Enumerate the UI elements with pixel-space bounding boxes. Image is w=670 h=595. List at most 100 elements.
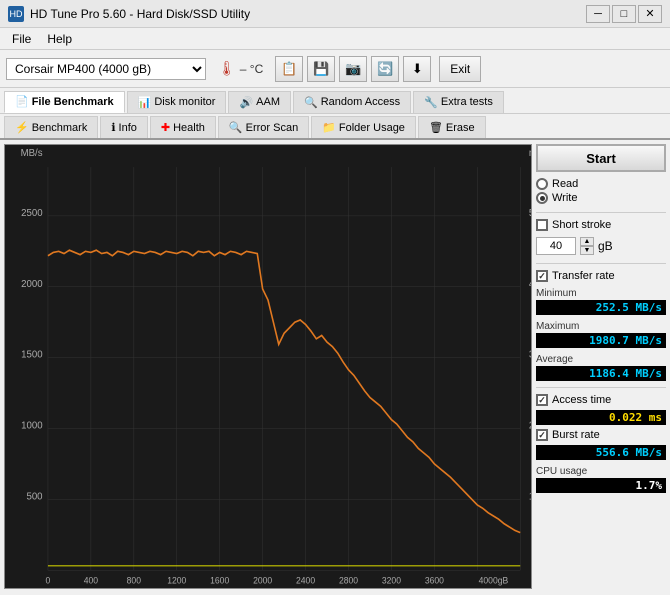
chart-svg: MB/s 2500 2000 1500 1000 500 ms 50 40 30… bbox=[5, 145, 531, 588]
burst-rate-checkbox[interactable] bbox=[536, 429, 548, 441]
transfer-rate-checkbox[interactable] bbox=[536, 270, 548, 282]
divider-3 bbox=[536, 387, 666, 388]
minimum-section: Minimum 252.5 MB/s bbox=[536, 286, 666, 315]
tab-file-benchmark[interactable]: 📄 File Benchmark bbox=[4, 91, 125, 113]
svg-text:20: 20 bbox=[529, 420, 531, 431]
transfer-rate-option[interactable]: Transfer rate bbox=[536, 270, 666, 282]
main-content: MB/s 2500 2000 1500 1000 500 ms 50 40 30… bbox=[0, 140, 670, 593]
stroke-unit: gB bbox=[598, 239, 613, 253]
tab-folder-usage-label: Folder Usage bbox=[339, 122, 405, 134]
svg-text:1200: 1200 bbox=[167, 575, 186, 585]
toolbar-btn-5[interactable]: ⬇ bbox=[403, 56, 431, 82]
close-button[interactable]: ✕ bbox=[638, 5, 662, 23]
tab-benchmark[interactable]: ⚡ Benchmark bbox=[4, 116, 98, 138]
svg-text:3200: 3200 bbox=[382, 575, 401, 585]
write-radio[interactable] bbox=[536, 192, 548, 204]
average-section: Average 1186.4 MB/s bbox=[536, 352, 666, 381]
tab-benchmark-label: Benchmark bbox=[32, 122, 88, 134]
svg-text:2000: 2000 bbox=[253, 575, 272, 585]
tab-random-access-label: Random Access bbox=[321, 96, 400, 108]
folder-icon: 📁 bbox=[322, 121, 336, 134]
tab-erase[interactable]: 🗑 Erase bbox=[418, 116, 486, 138]
divider-2 bbox=[536, 263, 666, 264]
access-time-checkbox[interactable] bbox=[536, 394, 548, 406]
average-value: 1186.4 MB/s bbox=[536, 366, 666, 381]
svg-text:3600: 3600 bbox=[425, 575, 444, 585]
title-bar: HD HD Tune Pro 5.60 - Hard Disk/SSD Util… bbox=[0, 0, 670, 28]
minimize-button[interactable]: ─ bbox=[586, 5, 610, 23]
toolbar-btn-2[interactable]: 💾 bbox=[307, 56, 335, 82]
transfer-rate-label: Transfer rate bbox=[552, 270, 615, 282]
svg-text:30: 30 bbox=[529, 350, 531, 361]
toolbar-btn-4[interactable]: 🔄 bbox=[371, 56, 399, 82]
access-time-option[interactable]: Access time bbox=[536, 394, 666, 406]
tab-random-access[interactable]: 🔍 Random Access bbox=[293, 91, 411, 113]
svg-text:2000: 2000 bbox=[21, 279, 43, 290]
short-stroke-label: Short stroke bbox=[552, 219, 611, 231]
speaker-icon: 🔊 bbox=[239, 96, 253, 109]
cpu-usage-section: CPU usage 1.7% bbox=[536, 464, 666, 493]
stroke-spinner: ▲ ▼ bbox=[580, 237, 594, 255]
read-label: Read bbox=[552, 178, 578, 190]
tab-health-label: Health bbox=[173, 122, 205, 134]
menu-file[interactable]: File bbox=[4, 30, 39, 48]
menu-help[interactable]: Help bbox=[39, 30, 80, 48]
toolbar-btn-1[interactable]: 📋 bbox=[275, 56, 303, 82]
tab-error-scan-label: Error Scan bbox=[246, 122, 299, 134]
read-write-group: Read Write bbox=[536, 176, 666, 206]
short-stroke-option[interactable]: Short stroke bbox=[536, 219, 666, 231]
minimum-label: Minimum bbox=[536, 288, 666, 299]
window-title: HD Tune Pro 5.60 - Hard Disk/SSD Utility bbox=[30, 7, 250, 21]
toolbar: Corsair MP400 (4000 gB) 🌡 – °C 📋 💾 📷 🔄 ⬇… bbox=[0, 50, 670, 88]
scan-icon: 🔍 bbox=[229, 121, 243, 134]
thermometer-icon: 🌡 bbox=[218, 60, 236, 77]
tab-extra-tests-label: Extra tests bbox=[441, 96, 493, 108]
svg-text:40: 40 bbox=[529, 279, 531, 290]
cpu-usage-value: 1.7% bbox=[536, 478, 666, 493]
tab-health[interactable]: ✚ Health bbox=[150, 116, 216, 138]
toolbar-btn-3[interactable]: 📷 bbox=[339, 56, 367, 82]
stroke-down-button[interactable]: ▼ bbox=[580, 246, 594, 255]
tab-info[interactable]: ℹ Info bbox=[100, 116, 148, 138]
svg-text:2800: 2800 bbox=[339, 575, 358, 585]
tab-aam-label: AAM bbox=[256, 96, 280, 108]
exit-button[interactable]: Exit bbox=[439, 56, 481, 82]
burst-rate-label: Burst rate bbox=[552, 429, 600, 441]
right-panel: Start Read Write Short stroke ▲ ▼ gB bbox=[536, 144, 666, 589]
burst-rate-option[interactable]: Burst rate bbox=[536, 429, 666, 441]
info-icon: ℹ bbox=[111, 121, 115, 134]
benchmark-icon: ⚡ bbox=[15, 121, 29, 134]
chart-area: MB/s 2500 2000 1500 1000 500 ms 50 40 30… bbox=[4, 144, 532, 589]
tab-folder-usage[interactable]: 📁 Folder Usage bbox=[311, 116, 416, 138]
access-time-label: Access time bbox=[552, 394, 611, 406]
svg-text:1500: 1500 bbox=[21, 350, 43, 361]
svg-text:0: 0 bbox=[46, 575, 51, 585]
average-label: Average bbox=[536, 354, 666, 365]
disk-selector[interactable]: Corsair MP400 (4000 gB) bbox=[6, 58, 206, 80]
read-radio[interactable] bbox=[536, 178, 548, 190]
read-option[interactable]: Read bbox=[536, 178, 666, 190]
svg-text:2400: 2400 bbox=[296, 575, 315, 585]
tab-disk-monitor[interactable]: 📊 Disk monitor bbox=[127, 91, 227, 113]
write-option[interactable]: Write bbox=[536, 192, 666, 204]
svg-text:1000: 1000 bbox=[21, 420, 43, 431]
short-stroke-checkbox[interactable] bbox=[536, 219, 548, 231]
stroke-input[interactable] bbox=[536, 237, 576, 255]
svg-text:4000gB: 4000gB bbox=[479, 575, 509, 585]
maximum-value: 1980.7 MB/s bbox=[536, 333, 666, 348]
wrench-icon: 🔧 bbox=[424, 96, 438, 109]
start-button[interactable]: Start bbox=[536, 144, 666, 172]
tab-error-scan[interactable]: 🔍 Error Scan bbox=[218, 116, 309, 138]
svg-text:1600: 1600 bbox=[210, 575, 229, 585]
access-time-value: 0.022 ms bbox=[536, 410, 666, 425]
tab-extra-tests[interactable]: 🔧 Extra tests bbox=[413, 91, 504, 113]
maximize-button[interactable]: □ bbox=[612, 5, 636, 23]
svg-text:MB/s: MB/s bbox=[21, 148, 43, 159]
window-controls: ─ □ ✕ bbox=[586, 5, 662, 23]
menu-bar: File Help bbox=[0, 28, 670, 50]
health-icon: ✚ bbox=[161, 121, 170, 134]
random-icon: 🔍 bbox=[304, 96, 318, 109]
tab-aam[interactable]: 🔊 AAM bbox=[228, 91, 291, 113]
svg-text:500: 500 bbox=[26, 491, 43, 502]
stroke-up-button[interactable]: ▲ bbox=[580, 237, 594, 246]
